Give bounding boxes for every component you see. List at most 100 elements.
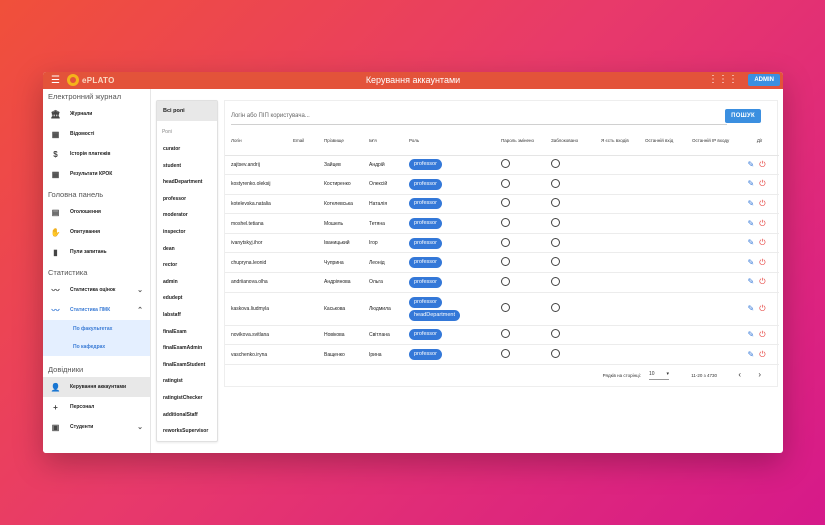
edit-icon[interactable]: ✎ bbox=[747, 258, 754, 267]
role-item[interactable]: curator bbox=[157, 141, 217, 158]
apps-grid-icon[interactable]: ⋮⋮⋮ bbox=[708, 74, 738, 85]
edit-icon[interactable]: ✎ bbox=[747, 238, 754, 247]
next-page-icon[interactable]: › bbox=[758, 370, 761, 379]
cell-first-name: Наталія bbox=[363, 194, 403, 215]
sidebar-item-stat-pmk[interactable]: 〰 Статистика ПМК ⌃ bbox=[43, 300, 150, 320]
table-row[interactable]: chupryna.leonid Чуприна Леонід professor ✎ ⏻ bbox=[225, 252, 779, 274]
power-icon[interactable]: ⏻ bbox=[759, 219, 765, 228]
admin-button[interactable]: ADMIN bbox=[748, 74, 780, 86]
blocked-radio[interactable] bbox=[551, 218, 560, 228]
power-icon[interactable]: ⏻ bbox=[759, 277, 765, 286]
edit-icon[interactable]: ✎ bbox=[747, 179, 754, 188]
sidebar-item-sheets[interactable]: ▦ Відомості bbox=[43, 124, 150, 144]
column-header: Ім'я bbox=[363, 133, 403, 156]
sidebar-item-accounts[interactable]: 👤 Керування аккаунтами bbox=[43, 377, 150, 397]
search-button[interactable]: ПОШУК bbox=[725, 109, 761, 123]
power-icon[interactable]: ⏻ bbox=[759, 160, 765, 169]
role-item[interactable]: admin bbox=[157, 274, 217, 291]
role-item[interactable]: rector bbox=[157, 257, 217, 274]
edit-icon[interactable]: ✎ bbox=[747, 330, 754, 339]
cell-last-ip bbox=[686, 174, 734, 195]
edit-icon[interactable]: ✎ bbox=[747, 350, 754, 359]
cell-login: moshel.tetiana bbox=[225, 213, 287, 234]
sidebar-item-staff[interactable]: + Персонал bbox=[43, 397, 150, 417]
password-changed-radio[interactable] bbox=[501, 218, 510, 228]
edit-icon[interactable]: ✎ bbox=[747, 277, 754, 286]
role-item[interactable]: finalExamAdmin bbox=[157, 340, 217, 357]
table-row[interactable]: kaskova.liudmyla Каськова Людмила professor… bbox=[225, 292, 779, 326]
power-icon[interactable]: ⏻ bbox=[759, 199, 765, 208]
sidebar-item-stat-grades[interactable]: 〰 Статистика оцінок ⌄ bbox=[43, 280, 150, 300]
role-item[interactable]: student bbox=[157, 158, 217, 175]
role-item[interactable]: inspector bbox=[157, 224, 217, 241]
sidebar-item-students[interactable]: ▣ Студенти ⌄ bbox=[43, 417, 150, 437]
blocked-radio[interactable] bbox=[551, 329, 560, 339]
power-icon[interactable]: ⏻ bbox=[759, 350, 765, 359]
blocked-radio[interactable] bbox=[551, 276, 560, 286]
prev-page-icon[interactable]: ‹ bbox=[738, 370, 741, 379]
table-row[interactable]: vaschenko.iryna Ващенко Ірина professor ✎ ⏻ bbox=[225, 344, 779, 365]
table-row[interactable]: zajtsev.andrij Зайцев Андрій professor ✎ ⏻ bbox=[225, 155, 779, 176]
sidebar-item-journals[interactable]: 🏛 Журнали bbox=[43, 104, 150, 124]
power-icon[interactable]: ⏻ bbox=[759, 238, 765, 247]
password-changed-radio[interactable] bbox=[501, 257, 510, 267]
role-item[interactable]: headDepartment bbox=[157, 174, 217, 191]
role-item[interactable]: reworksSupervisor bbox=[157, 423, 217, 440]
role-item[interactable]: additionalStaff bbox=[157, 407, 217, 424]
table-row[interactable]: novikova.svitlana Новікова Світлана profess… bbox=[225, 325, 779, 346]
sidebar-item-notices[interactable]: ▤ Оголошення bbox=[43, 202, 150, 222]
password-changed-radio[interactable] bbox=[501, 303, 510, 313]
role-item[interactable]: dean bbox=[157, 241, 217, 258]
edit-icon[interactable]: ✎ bbox=[747, 304, 754, 313]
edit-icon[interactable]: ✎ bbox=[747, 219, 754, 228]
table-row[interactable]: kotelevska.natalia Котелевська Наталія prof… bbox=[225, 194, 779, 215]
blocked-radio[interactable] bbox=[551, 198, 560, 208]
password-changed-radio[interactable] bbox=[501, 276, 510, 286]
table-row[interactable]: moshel.tetiana Мошель Тетяна professor ✎ ⏻ bbox=[225, 213, 779, 234]
role-item[interactable]: labstaff bbox=[157, 307, 217, 324]
password-changed-radio[interactable] bbox=[501, 159, 510, 169]
power-icon[interactable]: ⏻ bbox=[759, 330, 765, 339]
table-row[interactable]: ivanytskyj.ihor Іваницький Ігор professor ✎ ⏻ bbox=[225, 233, 779, 254]
power-icon[interactable]: ⏻ bbox=[759, 304, 765, 313]
password-changed-radio[interactable] bbox=[501, 349, 510, 359]
cell-last-login bbox=[639, 213, 686, 234]
role-item[interactable]: edudept bbox=[157, 290, 217, 307]
blocked-radio[interactable] bbox=[551, 237, 560, 247]
sidebar-item-polls[interactable]: ✋ Опитування bbox=[43, 222, 150, 242]
cell-login: vaschenko.iryna bbox=[225, 344, 287, 365]
accounts-table: Логін Email Прізвище Ім'я Роль Пароль змінено… bbox=[225, 133, 779, 365]
edit-icon[interactable]: ✎ bbox=[747, 199, 754, 208]
password-changed-radio[interactable] bbox=[501, 237, 510, 247]
cell-login-count bbox=[595, 272, 639, 293]
search-input[interactable]: Логін або ПІП користувача... bbox=[231, 113, 531, 119]
password-changed-radio[interactable] bbox=[501, 198, 510, 208]
blocked-radio[interactable] bbox=[551, 303, 560, 313]
password-changed-radio[interactable] bbox=[501, 178, 510, 188]
table-row[interactable]: andriianova.olha Андріянова Ольга professor… bbox=[225, 272, 779, 293]
role-item[interactable]: finalExamStudent bbox=[157, 357, 217, 374]
rows-per-page-select[interactable]: 10 ▾ bbox=[649, 371, 669, 380]
role-item[interactable]: professor bbox=[157, 191, 217, 208]
blocked-radio[interactable] bbox=[551, 159, 560, 169]
role-item[interactable]: finalExam bbox=[157, 324, 217, 341]
blocked-radio[interactable] bbox=[551, 257, 560, 267]
sidebar-subitem-faculty[interactable]: По факультетах bbox=[43, 320, 150, 338]
role-item[interactable]: ratingist bbox=[157, 373, 217, 390]
sidebar-item-payments[interactable]: $ Історія платежів bbox=[43, 144, 150, 164]
blocked-radio[interactable] bbox=[551, 349, 560, 359]
roles-all[interactable]: Всі ролі bbox=[157, 101, 217, 121]
blocked-radio[interactable] bbox=[551, 178, 560, 188]
table-row[interactable]: kostyrenko.oleksij Костиренко Олексій profe… bbox=[225, 174, 779, 195]
password-changed-radio[interactable] bbox=[501, 329, 510, 339]
sidebar-item-questions[interactable]: ▮ Пули запитань bbox=[43, 242, 150, 262]
power-icon[interactable]: ⏻ bbox=[759, 258, 765, 267]
edit-icon[interactable]: ✎ bbox=[747, 160, 754, 169]
sidebar-subitem-department[interactable]: По кафедрах bbox=[43, 338, 150, 356]
role-badge: professor bbox=[409, 237, 442, 249]
role-item[interactable]: ratingistChecker bbox=[157, 390, 217, 407]
power-icon[interactable]: ⏻ bbox=[759, 179, 765, 188]
sidebar-item-krok[interactable]: ▦ Результати КРОК bbox=[43, 164, 150, 184]
cell-login: ivanytskyj.ihor bbox=[225, 233, 287, 254]
role-item[interactable]: moderator bbox=[157, 207, 217, 224]
